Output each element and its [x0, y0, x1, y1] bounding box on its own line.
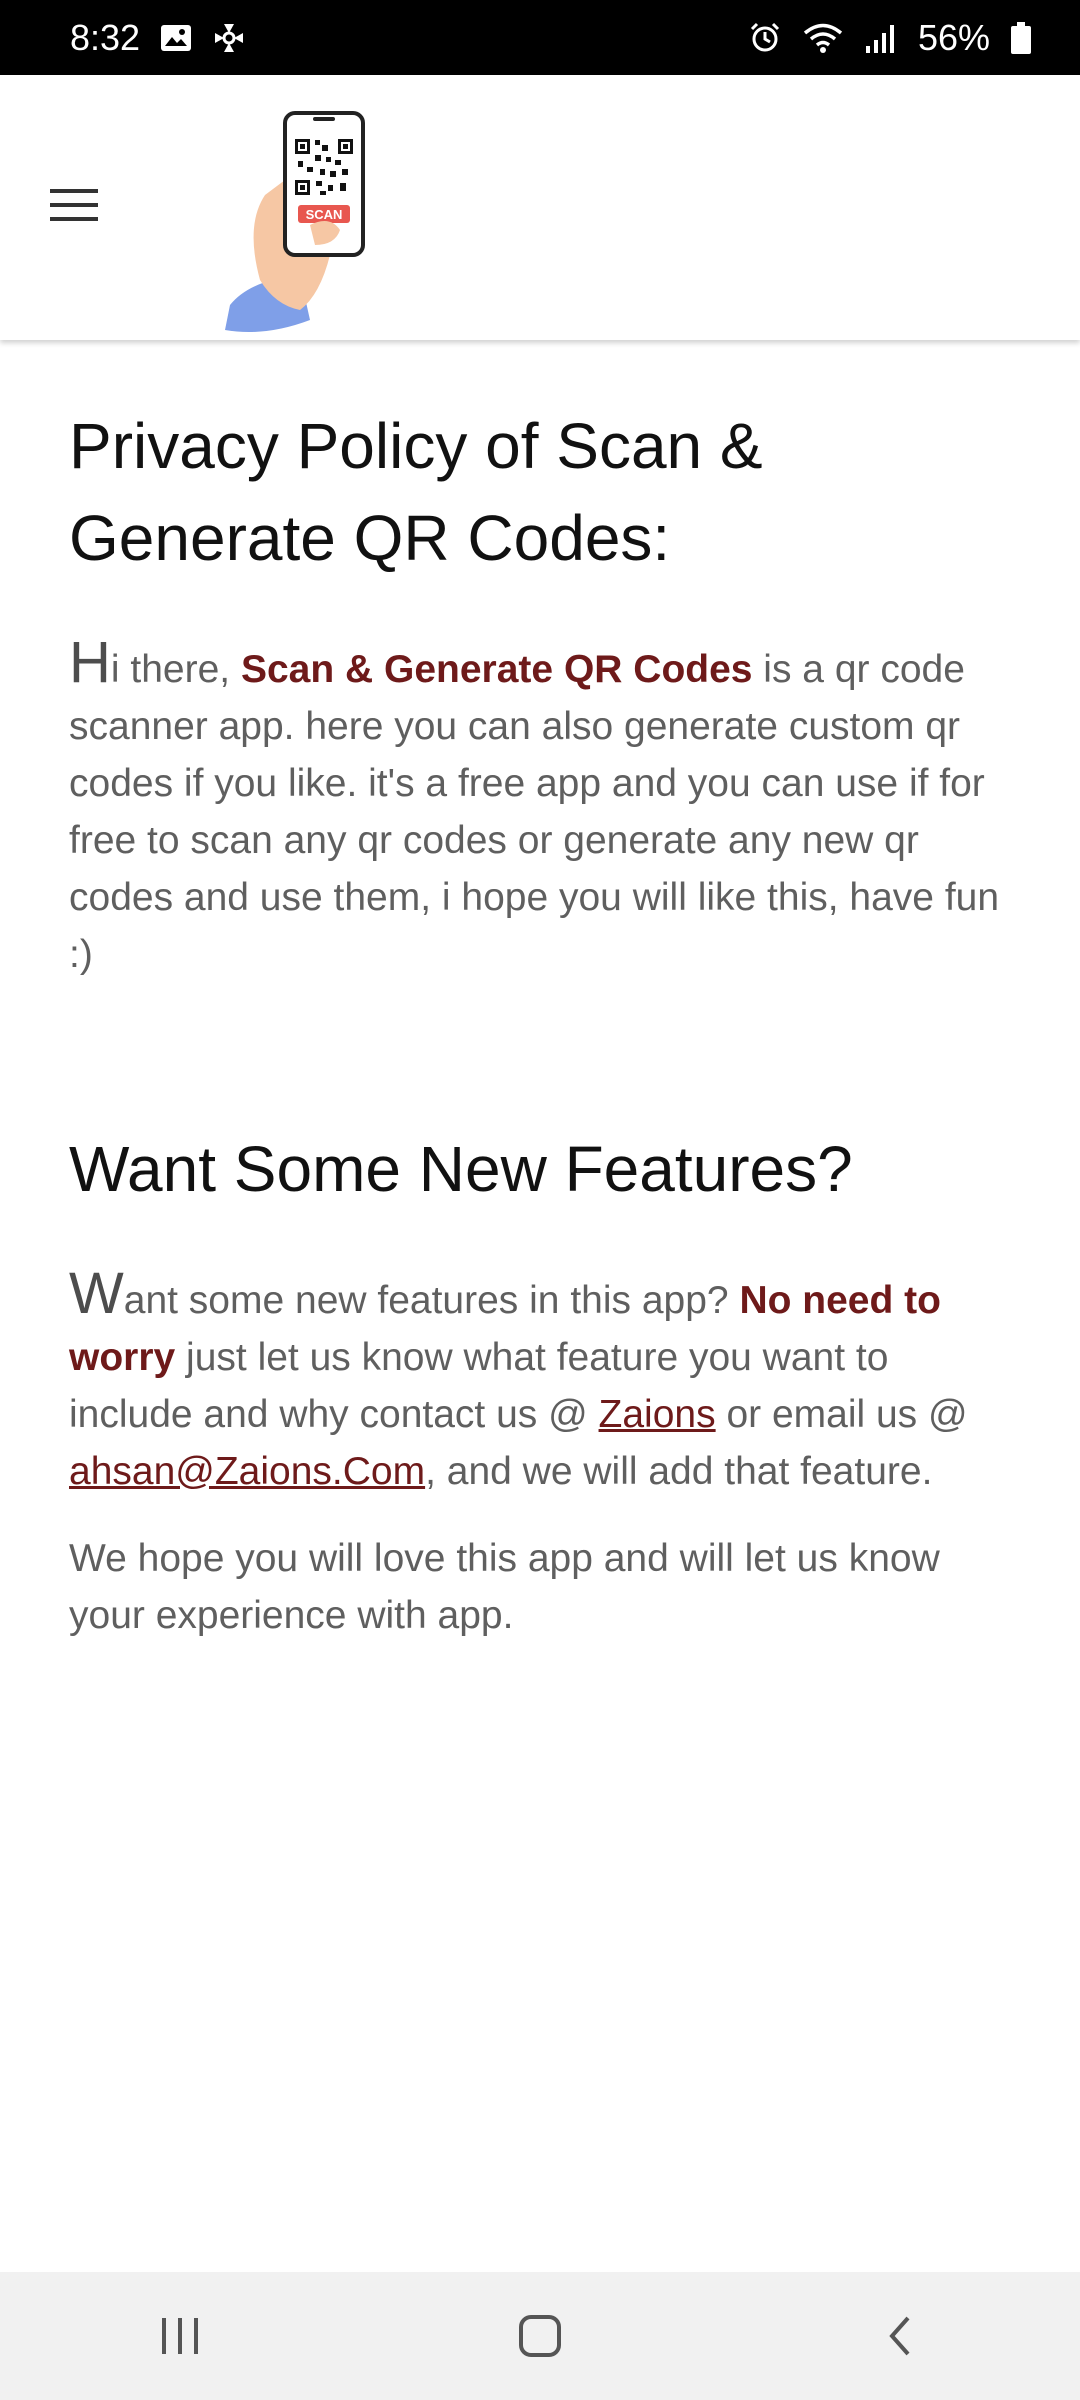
features-text-a: ant some new features in this app?: [123, 1279, 740, 1322]
app-bar: SCAN: [0, 75, 1080, 340]
email-link[interactable]: ahsan@Zaions.Com: [69, 1450, 425, 1493]
battery-icon: [1010, 21, 1032, 55]
features-text-d: or email us @: [715, 1393, 968, 1436]
back-icon: [889, 2316, 910, 2356]
features-paragraph: Want some new features in this app? No n…: [69, 1265, 1019, 1500]
back-button[interactable]: [840, 2286, 960, 2386]
hamburger-menu-icon: [50, 189, 98, 221]
signal-icon: [864, 22, 898, 54]
dropcap-h: H: [69, 630, 111, 695]
status-time: 8:32: [70, 16, 141, 58]
closing-paragraph: We hope you will love this app and will …: [69, 1537, 940, 1637]
image-icon: [160, 24, 192, 52]
privacy-text-c: is a qr code scanner app. here you can a…: [69, 648, 1000, 976]
system-nav-bar: [0, 2272, 1080, 2400]
features-text-e: , and we will add that feature.: [425, 1450, 933, 1493]
dropcap-w: W: [69, 1261, 124, 1326]
home-button[interactable]: [480, 2286, 600, 2386]
pinwheel-icon: [212, 21, 246, 55]
privacy-paragraph: Hi there, Scan & Generate QR Codes is a …: [69, 634, 1019, 983]
status-bar: 8:32 56%: [0, 0, 1080, 75]
app-logo: SCAN: [190, 105, 460, 340]
alarm-icon: [748, 21, 782, 55]
hamburger-menu-button[interactable]: [44, 175, 104, 235]
app-name-highlight: Scan & Generate QR Codes: [240, 648, 753, 691]
logo-scan-label: SCAN: [306, 207, 343, 222]
recent-apps-button[interactable]: [120, 2286, 240, 2386]
battery-percent: 56%: [917, 16, 990, 58]
home-icon: [519, 2315, 561, 2357]
wifi-icon: [802, 21, 844, 55]
privacy-heading: Privacy Policy of Scan & Generate QR Cod…: [69, 410, 763, 574]
zaions-link[interactable]: Zaions: [599, 1393, 716, 1436]
features-heading: Want Some New Features?: [69, 1133, 853, 1205]
recent-apps-icon: [162, 2318, 198, 2354]
privacy-text-a: i there,: [110, 648, 241, 691]
privacy-content: Privacy Policy of Scan & Generate QR Cod…: [69, 400, 1019, 1644]
